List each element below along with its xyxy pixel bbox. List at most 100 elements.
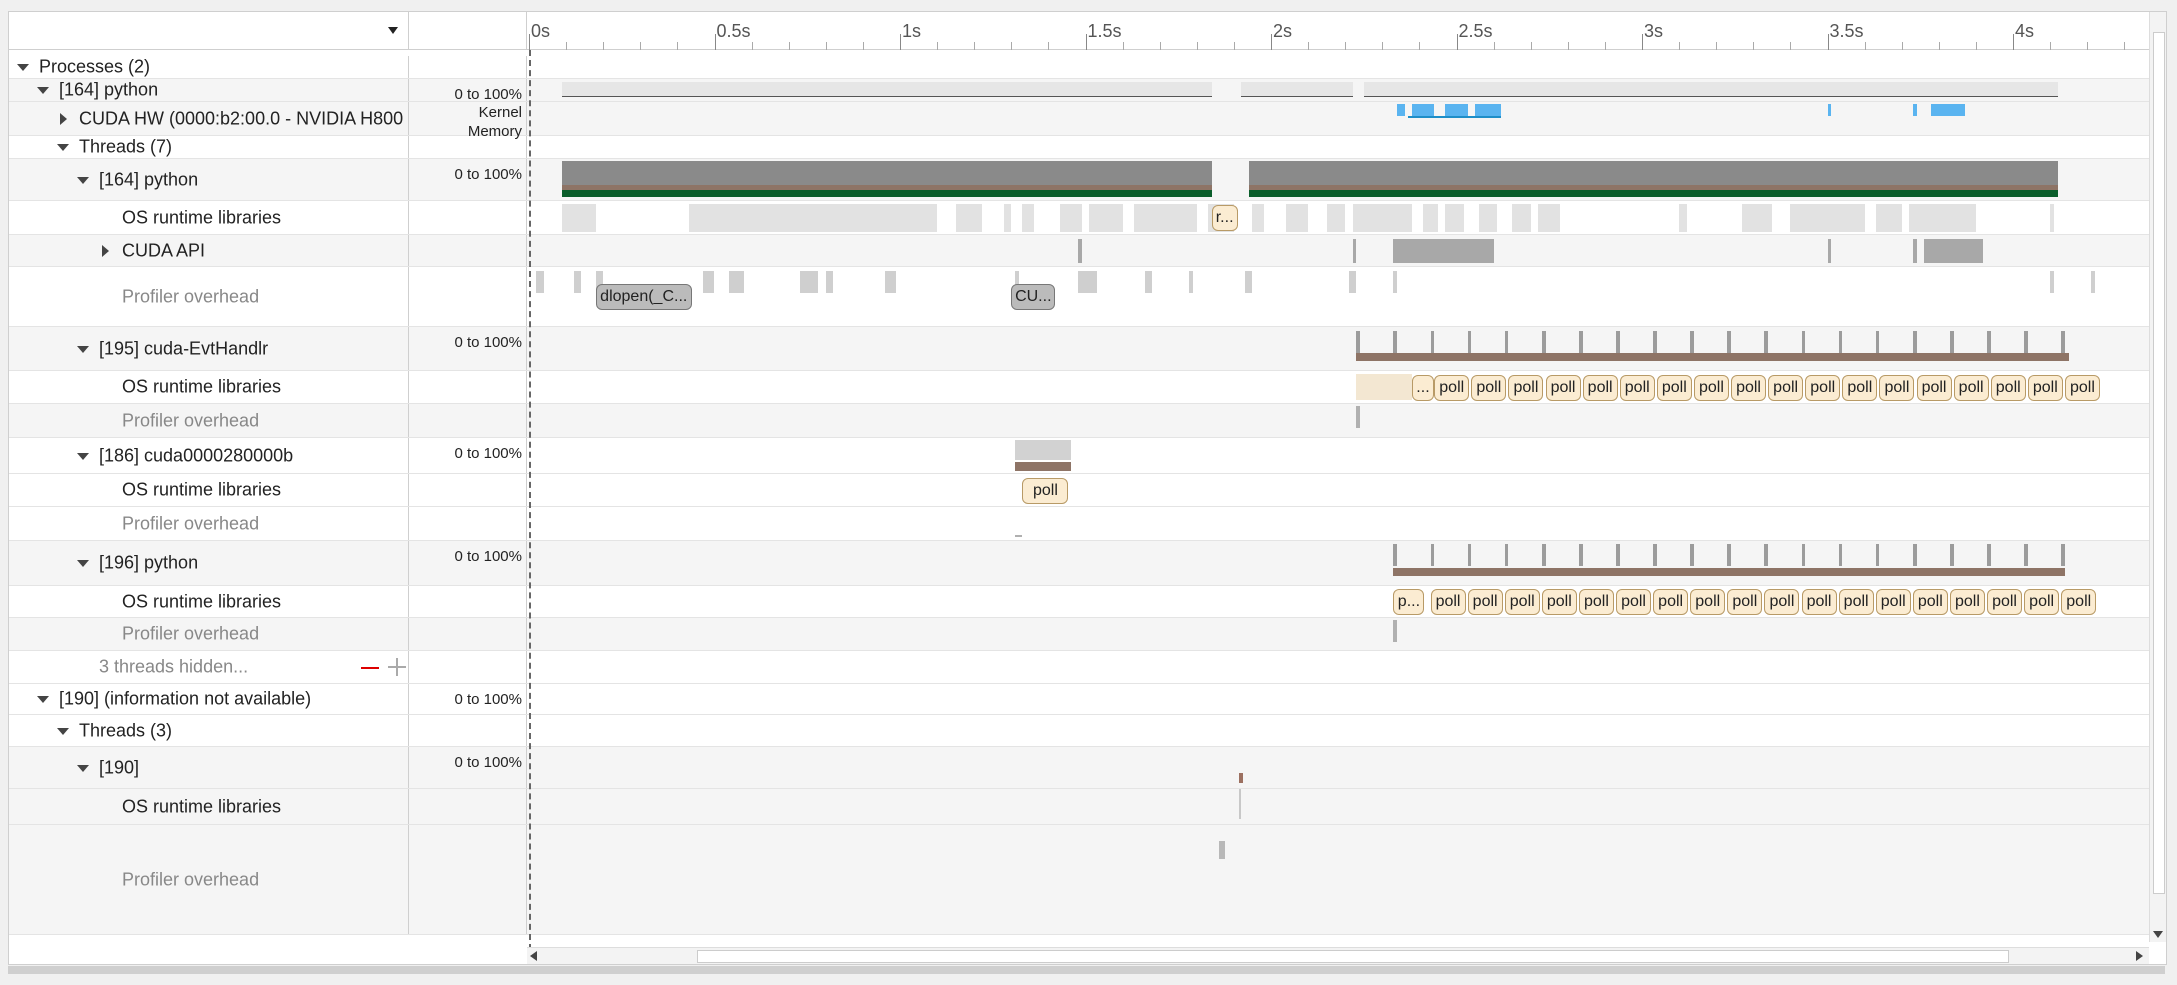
os-runtime-bar[interactable] bbox=[1003, 204, 1012, 232]
os-runtime-bar[interactable] bbox=[562, 204, 596, 232]
thread-state-bar[interactable] bbox=[1239, 773, 1244, 783]
os-runtime-bar[interactable] bbox=[1326, 204, 1346, 232]
os-runtime-bar[interactable] bbox=[1679, 204, 1687, 232]
profiler-overhead-bar[interactable] bbox=[1245, 271, 1253, 293]
event-chip[interactable]: poll bbox=[1764, 589, 1800, 615]
thread-activity-bar[interactable] bbox=[1875, 544, 1880, 566]
thread-activity-bar[interactable] bbox=[1653, 544, 1657, 566]
profiler-overhead-bar[interactable] bbox=[1348, 271, 1357, 293]
thread-activity-bar[interactable] bbox=[1912, 331, 1917, 353]
profiler-overhead-bar[interactable] bbox=[729, 271, 745, 293]
event-chip[interactable]: CU... bbox=[1011, 284, 1056, 310]
thread-state-bar[interactable] bbox=[1393, 568, 2065, 576]
os-runtime-bar[interactable] bbox=[1538, 204, 1561, 232]
row-p190[interactable]: [190] (information not available) 0 to 10… bbox=[9, 684, 2149, 715]
event-chip[interactable]: poll bbox=[1727, 589, 1763, 615]
thread-activity-bar[interactable] bbox=[1690, 331, 1694, 353]
os-runtime-bar[interactable] bbox=[1909, 204, 1976, 232]
event-chip[interactable]: poll bbox=[1471, 375, 1507, 401]
event-chip[interactable]: poll bbox=[1987, 589, 2023, 615]
row-t190-prof[interactable]: Profiler overhead bbox=[9, 825, 2149, 935]
event-chip[interactable]: poll bbox=[2027, 375, 2063, 401]
thread-activity-bar[interactable] bbox=[1578, 544, 1583, 566]
event-chip[interactable]: poll bbox=[1619, 375, 1655, 401]
event-chip[interactable]: p... bbox=[1393, 589, 1425, 615]
process-utilization-line[interactable] bbox=[1241, 96, 1353, 97]
collapse-chevron-icon[interactable] bbox=[37, 87, 49, 94]
cuda-api-bar[interactable] bbox=[1393, 239, 1464, 263]
os-runtime-bar[interactable] bbox=[1790, 204, 1865, 232]
process-utilization-line[interactable] bbox=[1363, 96, 2058, 97]
collapse-chevron-icon[interactable] bbox=[77, 452, 89, 460]
thread-activity-bar[interactable] bbox=[1838, 331, 1843, 353]
thread-activity-bar[interactable] bbox=[1690, 544, 1694, 566]
event-chip[interactable]: poll bbox=[1693, 375, 1729, 401]
event-chip[interactable]: poll bbox=[1805, 375, 1841, 401]
profiler-overhead-bar[interactable] bbox=[536, 271, 544, 293]
row-hidden[interactable]: 3 threads hidden... bbox=[9, 651, 2149, 684]
event-chip[interactable]: poll bbox=[1879, 375, 1915, 401]
thread-activity-bar[interactable] bbox=[1653, 331, 1657, 353]
event-chip[interactable]: poll bbox=[1990, 375, 2026, 401]
profiler-overhead-bar[interactable] bbox=[1219, 841, 1225, 859]
thread-activity-bar[interactable] bbox=[1616, 331, 1620, 353]
profiler-overhead-bar[interactable] bbox=[1015, 535, 1023, 537]
thread-activity-bar[interactable] bbox=[1801, 544, 1806, 566]
memory-bar[interactable] bbox=[1408, 116, 1502, 118]
profiler-overhead-bar[interactable] bbox=[2090, 271, 2095, 293]
thread-activity-bar[interactable] bbox=[1393, 331, 1398, 353]
row-t196-prof[interactable]: Profiler overhead bbox=[9, 618, 2149, 651]
thread-activity-bar[interactable] bbox=[2061, 544, 2065, 566]
thread-activity-bar[interactable] bbox=[1987, 544, 1991, 566]
vertical-scroll-thumb[interactable] bbox=[2153, 32, 2165, 894]
os-runtime-bar[interactable] bbox=[688, 204, 759, 232]
event-chip[interactable]: poll bbox=[1656, 375, 1692, 401]
event-chip[interactable]: poll bbox=[1690, 589, 1726, 615]
collapse-chevron-icon[interactable] bbox=[77, 764, 89, 772]
os-runtime-bar[interactable] bbox=[1356, 374, 1412, 400]
row-t186-os[interactable]: OS runtime libraries bbox=[9, 474, 2149, 507]
thread-activity-bar[interactable] bbox=[1430, 331, 1435, 353]
row-threads7[interactable]: Threads (7) bbox=[9, 136, 2149, 159]
collapse-chevron-icon[interactable] bbox=[77, 560, 89, 567]
profiler-overhead-bar[interactable] bbox=[885, 271, 897, 293]
os-runtime-bar[interactable] bbox=[1423, 204, 1438, 232]
thread-state-bar[interactable] bbox=[1356, 353, 2069, 361]
row-processes[interactable]: Processes (2) bbox=[9, 56, 2149, 79]
row-filter-header[interactable] bbox=[9, 12, 409, 50]
kernel-bar[interactable] bbox=[1397, 104, 1405, 116]
event-chip[interactable]: poll bbox=[1801, 589, 1837, 615]
os-runtime-bar[interactable] bbox=[1022, 204, 1034, 232]
event-chip[interactable]: poll bbox=[1504, 589, 1540, 615]
event-chip[interactable]: poll bbox=[1731, 375, 1767, 401]
cuda-api-bar[interactable] bbox=[1912, 239, 1917, 263]
event-chip[interactable]: poll bbox=[1916, 375, 1952, 401]
thread-utilization-bar[interactable] bbox=[1248, 161, 2058, 185]
kernel-bar[interactable] bbox=[1411, 104, 1435, 116]
profiler-overhead-bar[interactable] bbox=[799, 271, 819, 293]
collapse-chevron-icon[interactable] bbox=[17, 64, 29, 71]
cuda-api-bar[interactable] bbox=[1352, 239, 1357, 263]
scroll-right-icon[interactable] bbox=[2136, 951, 2143, 961]
profiler-overhead-bar[interactable] bbox=[1393, 271, 1398, 293]
thread-activity-bar[interactable] bbox=[1467, 544, 1472, 566]
row-t186[interactable]: [186] cuda0000280000b 0 to 100% bbox=[9, 438, 2149, 474]
profiler-overhead-bar[interactable] bbox=[1078, 271, 1097, 293]
collapse-chevron-icon[interactable] bbox=[57, 144, 69, 151]
thread-activity-bar[interactable] bbox=[1504, 331, 1509, 353]
kernel-bar[interactable] bbox=[1912, 104, 1917, 116]
event-chip[interactable]: poll bbox=[2024, 589, 2060, 615]
profiler-overhead-bar[interactable] bbox=[1144, 271, 1153, 293]
thread-activity-bar[interactable] bbox=[2061, 331, 2065, 353]
row-t190-os[interactable]: OS runtime libraries bbox=[9, 789, 2149, 825]
process-utilization-line[interactable] bbox=[562, 96, 1212, 97]
os-runtime-bar[interactable] bbox=[1512, 204, 1531, 232]
profiler-overhead-bar[interactable] bbox=[1393, 620, 1398, 642]
horizontal-scrollbar[interactable] bbox=[527, 947, 2149, 964]
kernel-bar[interactable] bbox=[1827, 104, 1832, 116]
event-chip[interactable]: poll bbox=[1467, 589, 1503, 615]
event-chip[interactable]: poll bbox=[1653, 589, 1689, 615]
os-runtime-bar[interactable] bbox=[955, 204, 982, 232]
os-runtime-bar[interactable] bbox=[1742, 204, 1772, 232]
thread-activity-bar[interactable] bbox=[1875, 331, 1880, 353]
